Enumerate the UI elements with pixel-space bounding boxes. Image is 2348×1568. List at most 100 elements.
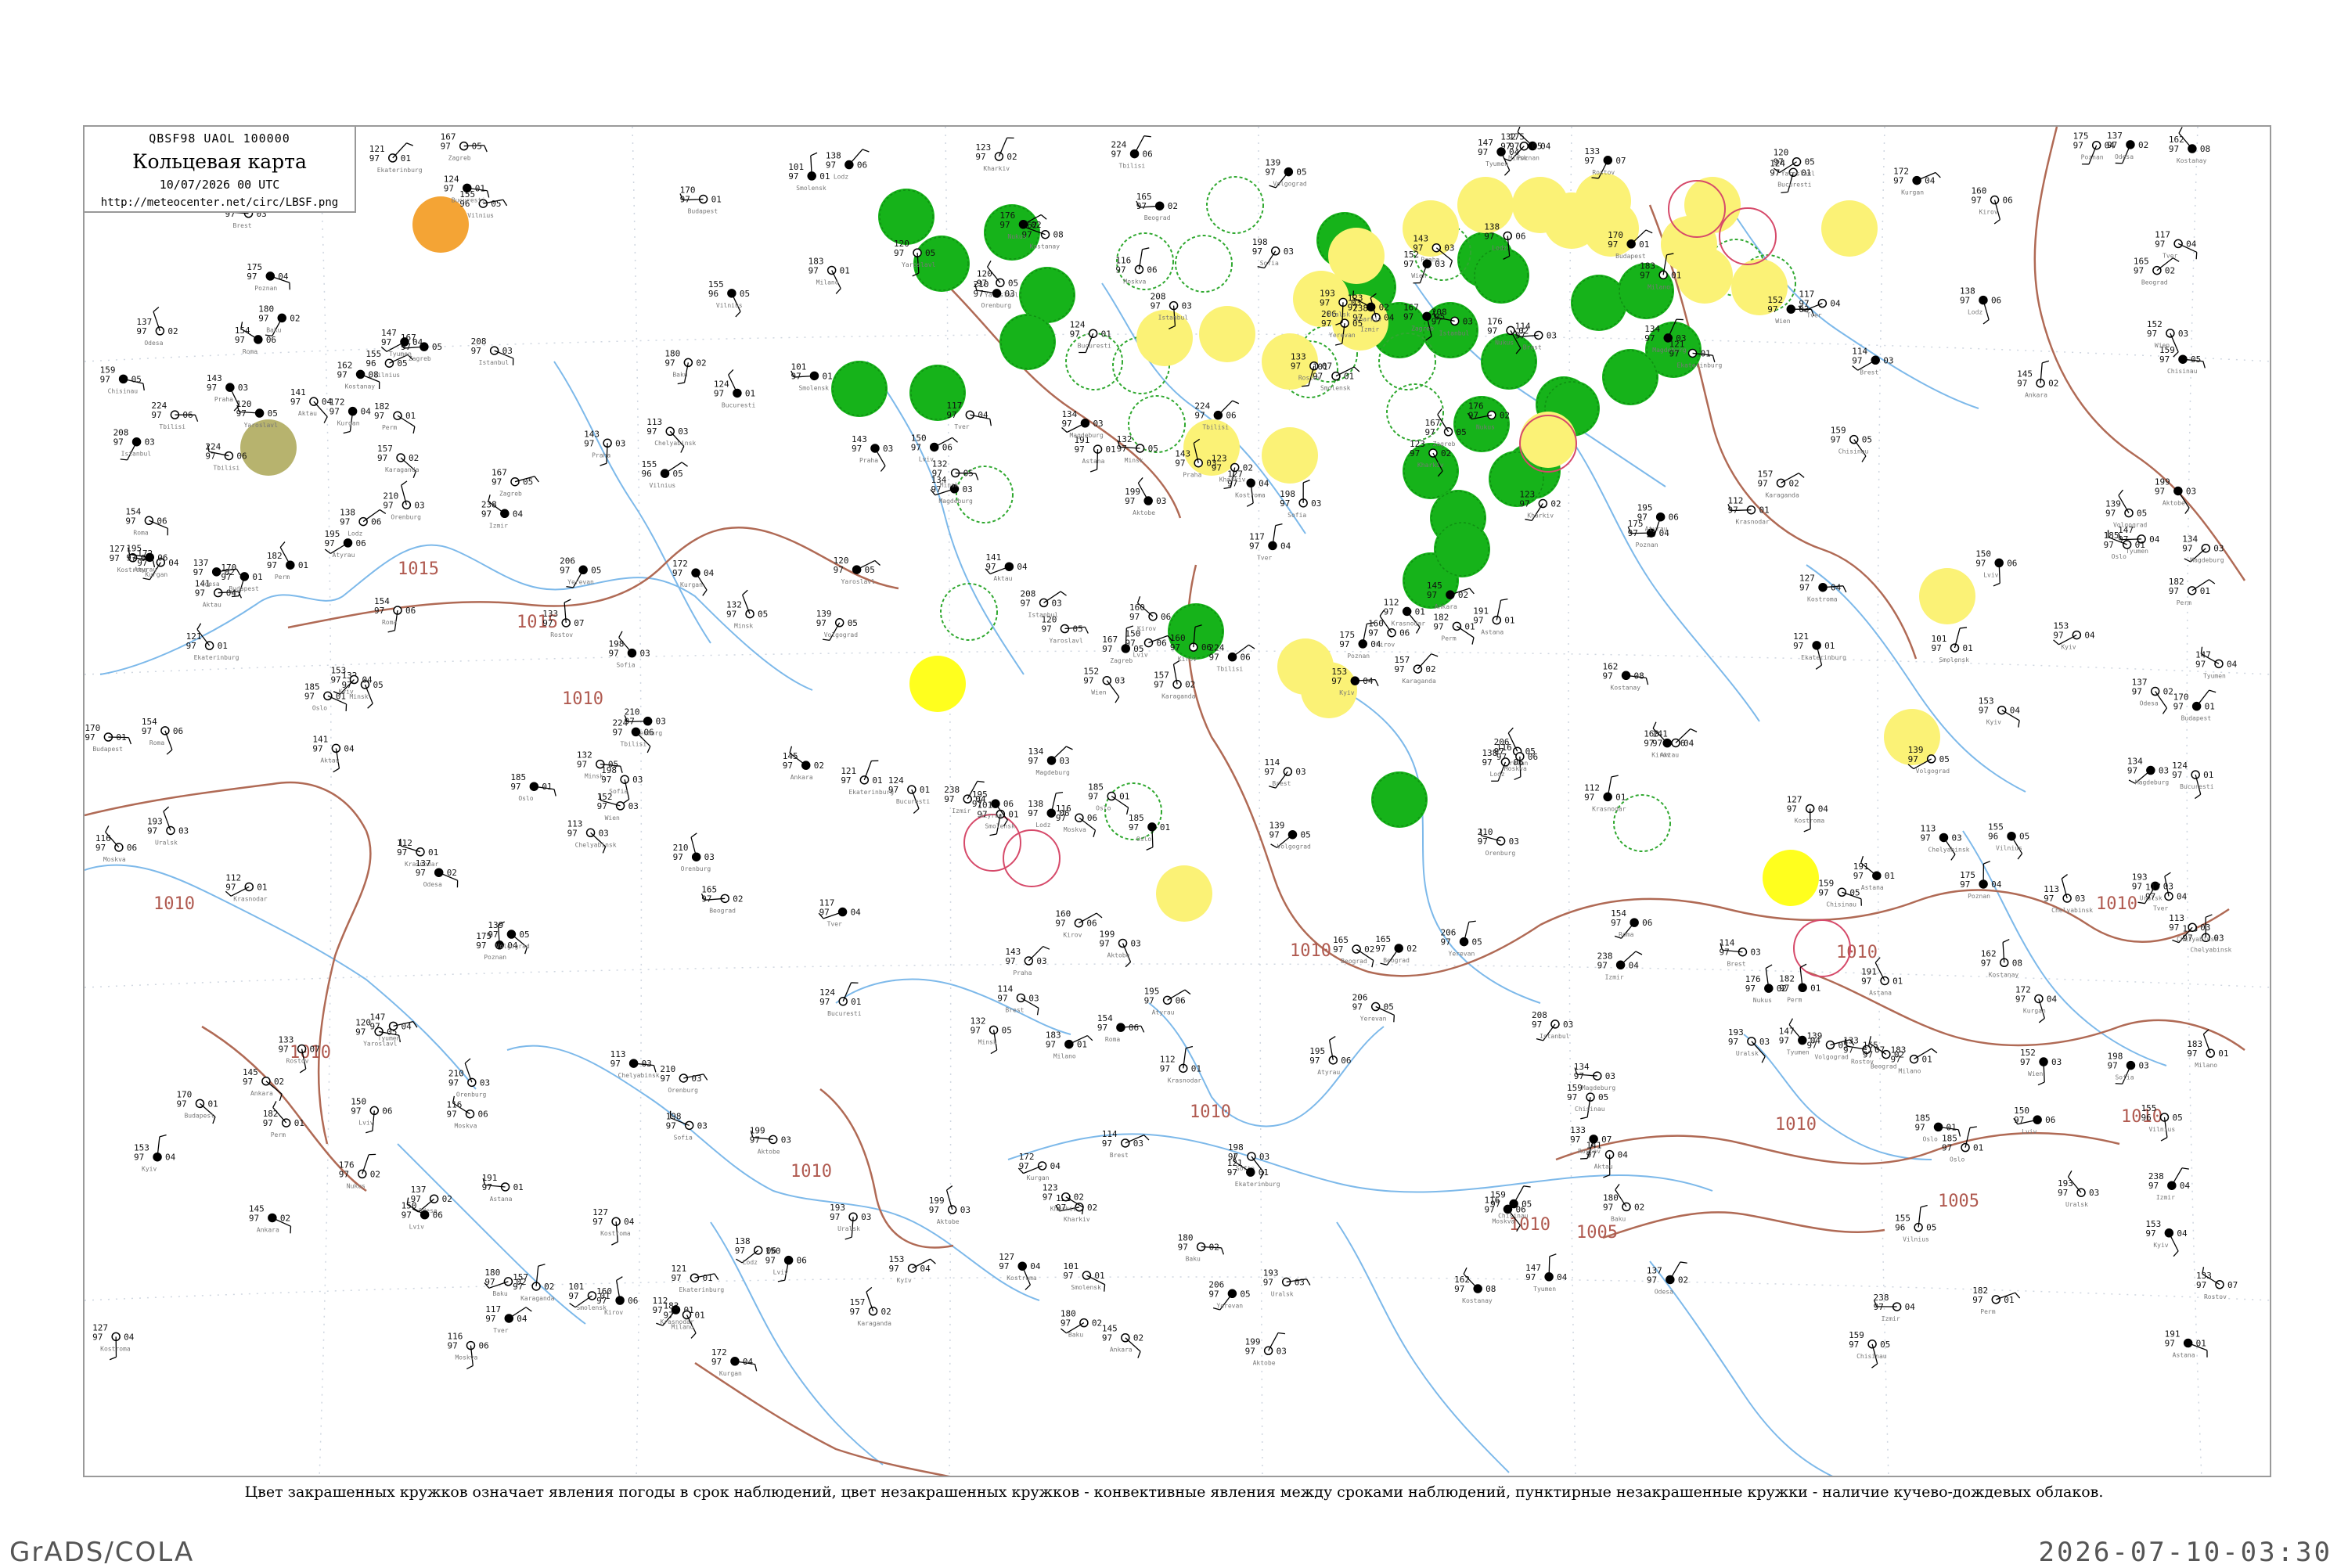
station-plot[interactable]: 1839701Milano [808, 256, 850, 293]
station-plot[interactable]: 2069705Yerevan [1441, 921, 1482, 957]
station-plot[interactable]: 1829701Perm [374, 401, 416, 433]
station-plot[interactable]: 1459702Ankara [249, 1203, 291, 1233]
station-plot[interactable]: 1579702Karaganda [1394, 654, 1438, 685]
station-plot[interactable]: 1169706Moskva [447, 1332, 488, 1369]
station-plot[interactable]: 1169706Moskva [95, 825, 137, 863]
station-plot[interactable]: 1629708Kostanay [1603, 661, 1648, 691]
station-plot[interactable]: 1129701Krasnodar [225, 872, 268, 902]
station-plot[interactable]: 1959706Atyrau [1144, 986, 1190, 1016]
station-plot[interactable]: 1279704Kostroma [92, 1322, 135, 1359]
station-plot[interactable]: 1659702Beograd [701, 884, 743, 914]
station-plot[interactable]: 1529703Wien [597, 792, 639, 822]
station-plot[interactable]: 1329705Minsk [971, 1016, 1012, 1053]
station-plot[interactable]: 1829701Perm [2169, 577, 2215, 606]
station-plot[interactable]: 1809702Baku [258, 304, 300, 336]
station-plot[interactable]: 1179704Tver [2145, 872, 2188, 912]
station-plot[interactable]: 1609706Kirov [1129, 596, 1171, 632]
station-plot[interactable]: 1999703Aktobe [1100, 930, 1141, 967]
station-plot[interactable]: 1459702Ankara [1102, 1324, 1143, 1358]
map-url[interactable]: http://meteocenter.net/circ/LBSF.png [85, 196, 355, 209]
station-plot[interactable]: 1339707Rostov [1584, 146, 1626, 178]
station-plot[interactable]: 1539704Kyiv [2053, 621, 2095, 651]
station-plot[interactable]: 2109703Orenburg [673, 833, 715, 872]
station-plot[interactable]: 1759704Poznan [1628, 519, 1670, 548]
station-plot[interactable]: 1809702Baku [1603, 1184, 1644, 1222]
station-plot[interactable]: 1939703Uralsk [1263, 1268, 1310, 1297]
station-plot[interactable]: 1459702Ankara [783, 746, 824, 781]
station-plot[interactable]: 2109703Orenburg [1478, 827, 1519, 857]
station-plot[interactable]: 1349703Magdeburg [2127, 757, 2170, 786]
station-plot[interactable]: 1339707Rostov [2196, 1267, 2238, 1300]
station-plot[interactable]: 1349703Magdeburg [931, 475, 973, 505]
station-plot[interactable]: 1759704Poznan [1960, 861, 2002, 900]
station-plot[interactable]: 1709701Budapest [85, 723, 131, 753]
synoptic-map[interactable]: 1015 1015 1010 1010 1010 1010 1010 1010 … [85, 127, 2271, 1477]
station-plot[interactable]: 1139703Chelyabinsk [2169, 913, 2218, 943]
station-plot[interactable]: 1439703Praha [1005, 947, 1050, 976]
station-plot[interactable]: 1389706Lodz [1960, 286, 2001, 324]
station-plot[interactable]: 1859701Oslo [304, 682, 347, 711]
station-plot[interactable]: 1139703Chelyabinsk [1920, 823, 1969, 860]
station-plot[interactable]: 1399705Volgograd [488, 920, 530, 954]
station-plot[interactable]: 1659702Beograd [1136, 192, 1178, 221]
station-plot[interactable]: 1019701Smolensk [790, 361, 832, 391]
station-plot[interactable]: 1139703Chelyabinsk [2044, 875, 2093, 914]
station-plot[interactable]: 1439703Praha [852, 434, 893, 472]
station-plot[interactable]: 2389704Izmir [2148, 1168, 2191, 1201]
station-plot[interactable]: 1169706Moskva [1115, 248, 1157, 286]
station-plot[interactable]: 1709701Budapest [2173, 690, 2217, 722]
station-plot[interactable]: 1249701Bucuresti [819, 983, 862, 1017]
station-plot[interactable]: 1769702Nukus [339, 1154, 380, 1189]
station-plot[interactable]: 1379702Odesa [136, 307, 178, 347]
station-plot[interactable]: 1939703Uralsk [1728, 1027, 1770, 1063]
station-plot[interactable]: 1679705Zagreb [492, 468, 538, 498]
station-plot[interactable]: 1709701Budapest [680, 185, 722, 215]
station-plot[interactable]: 1139703Chelyabinsk [646, 417, 696, 452]
station-plot[interactable]: 1329705Minsk [726, 590, 768, 629]
station-plot[interactable]: 1709701Budapest [176, 1089, 218, 1124]
station-plot[interactable]: 1599705Chisinau [1818, 878, 1861, 908]
station-plot[interactable]: 1209705Yaroslavl [834, 556, 880, 585]
station-plot[interactable]: 2089703Istanbul [471, 336, 513, 366]
station-plot[interactable]: 1379702Odesa [1647, 1262, 1688, 1296]
station-plot[interactable]: 2389704Izmir [1874, 1293, 1916, 1322]
station-plot[interactable]: 1829701Perm [267, 542, 308, 581]
station-plot[interactable]: 1419704Aktau [312, 734, 355, 771]
station-plot[interactable]: 1239702Kharkiv [975, 138, 1017, 172]
station-plot[interactable]: 1939703Uralsk [830, 1203, 871, 1239]
station-plot[interactable]: 1439703Praha [584, 429, 625, 466]
station-plot[interactable]: 1729704Kurgan [1018, 1152, 1061, 1181]
station-plot[interactable]: 1219701Ekaterinburg [671, 1264, 724, 1293]
station-plot[interactable]: 1809702Baku [1178, 1233, 1224, 1263]
station-plot[interactable]: 1549706Roma [142, 717, 183, 754]
station-plot[interactable]: 1139703Chelyabinsk [2182, 915, 2231, 953]
station-plot[interactable]: 1659702Beograd [2134, 257, 2179, 286]
station-plot[interactable]: 1729704Kurgan [330, 397, 372, 433]
station-plot[interactable]: 1349703Magdeburg [1028, 746, 1073, 776]
station-plot[interactable]: 1759704Poznan [247, 262, 290, 292]
station-plot[interactable]: 1579702Karaganda [377, 444, 420, 478]
station-plot[interactable]: 1549706Roma [125, 506, 167, 536]
station-plot[interactable]: 1019701Smolensk [1063, 1261, 1104, 1292]
station-plot[interactable]: 1959706Atyrau [1637, 503, 1679, 537]
station-plot[interactable]: 1859701Oslo [1088, 782, 1129, 815]
station-plot[interactable]: 1559605Vilnius [459, 189, 506, 219]
station-plot[interactable]: 1249701Bucuresti [1070, 319, 1112, 352]
station-plot[interactable]: 1829701Perm [1433, 612, 1475, 644]
station-plot[interactable]: 2389704Izmir [1597, 951, 1642, 980]
station-plot[interactable]: 1419704Aktau [1586, 1141, 1629, 1178]
station-plot[interactable]: 2249706Tbilisi [1111, 136, 1153, 170]
station-plot[interactable]: 1329705Minsk [1117, 434, 1158, 464]
station-plot[interactable]: 1829701Perm [263, 1101, 304, 1138]
station-plot[interactable]: 1379702Odesa [2132, 678, 2173, 714]
station-plot[interactable]: 1479704Tyumen [370, 1012, 417, 1041]
station-plot[interactable]: 1179704Tver [1249, 524, 1291, 562]
station-plot[interactable]: 1809702Baku [664, 348, 706, 383]
station-plot[interactable]: 1579702Karaganda [850, 1287, 892, 1326]
station-plot[interactable]: 1919701Astana [1861, 958, 1903, 997]
station-plot[interactable]: 1829701Perm [1972, 1286, 2019, 1315]
station-plot[interactable]: 1179704Tver [2155, 229, 2197, 259]
station-plot[interactable]: 1939703Uralsk [2058, 1171, 2099, 1208]
station-plot[interactable]: 2109703Orenburg [660, 1064, 707, 1094]
station-plot[interactable]: 1549706Roma [1611, 908, 1652, 938]
